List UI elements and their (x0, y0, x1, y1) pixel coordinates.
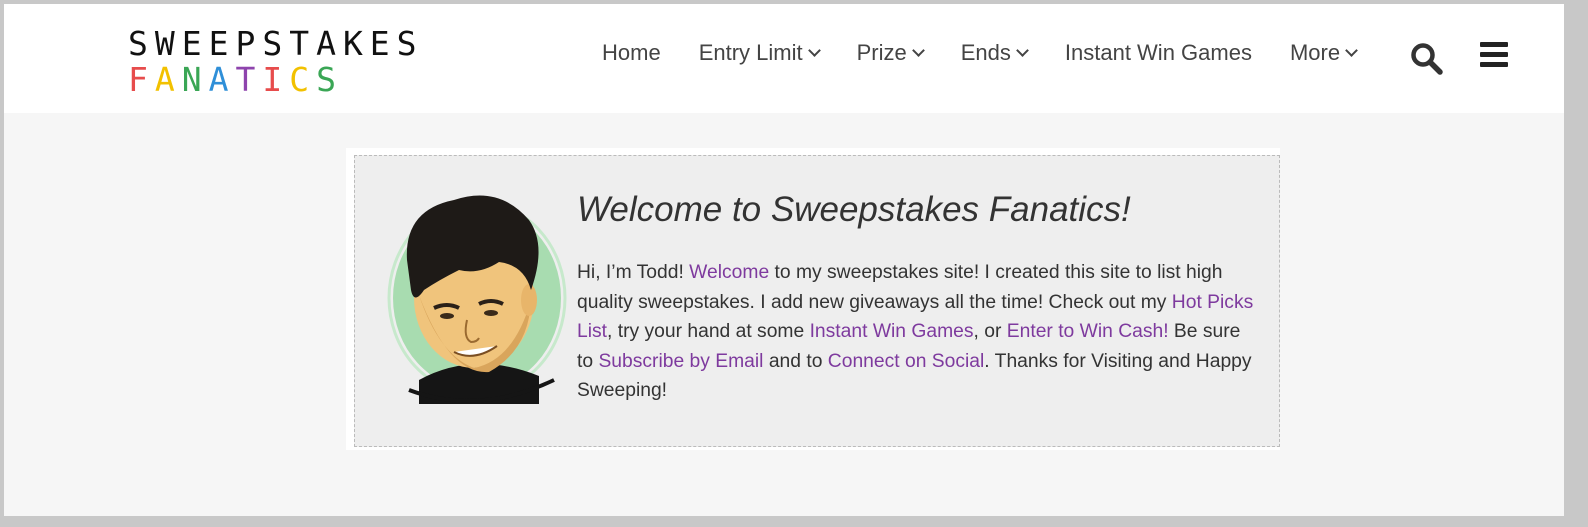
logo-letter: N (181, 60, 209, 99)
page-frame: SWEEPSTAKES FANATICS Home Entry Limit Priz… (4, 4, 1564, 516)
subscribe-by-email-link[interactable]: Subscribe by Email (598, 351, 763, 372)
welcome-section: Welcome to Sweepstakes Fanatics! Hi, I’m… (346, 148, 1280, 450)
chevron-down-icon (911, 44, 925, 57)
text-fragment: Hi, I’m Todd! (577, 262, 690, 283)
nav-item-label: Entry Limit (698, 40, 803, 65)
welcome-text: Hi, I’m Todd! Welcome to my sweepstakes … (577, 258, 1257, 406)
enter-to-win-cash-link[interactable]: Enter to Win Cash! (1007, 321, 1169, 342)
logo-letter: I (262, 60, 290, 99)
chevron-down-icon (1016, 44, 1029, 57)
logo-letter: A (154, 60, 182, 99)
text-fragment: , try your hand at some (607, 321, 810, 342)
hamburger-menu-icon[interactable] (1480, 42, 1508, 72)
logo-letter: T (235, 60, 263, 99)
search-icon[interactable] (1410, 42, 1444, 76)
welcome-box: Welcome to Sweepstakes Fanatics! Hi, I’m… (354, 155, 1280, 447)
nav-item-label: Ends (960, 40, 1011, 65)
nav-item-prize[interactable]: Prize (856, 40, 925, 66)
instant-win-games-link[interactable]: Instant Win Games (810, 321, 974, 342)
nav-item-ends[interactable]: Ends (960, 40, 1029, 66)
site-logo[interactable]: SWEEPSTAKES FANATICS (128, 26, 424, 98)
nav-item-entry-limit[interactable]: Entry Limit (698, 40, 821, 66)
nav-item-home[interactable]: Home (602, 40, 661, 66)
connect-on-social-link[interactable]: Connect on Social (828, 351, 985, 372)
logo-line-sweepstakes: SWEEPSTAKES (128, 24, 424, 63)
nav-item-label: More (1289, 40, 1341, 65)
logo-letter: F (128, 60, 155, 99)
logo-letter: C (289, 60, 317, 99)
nav-item-label: Home (602, 40, 661, 65)
chevron-down-icon (807, 44, 821, 57)
logo-line-fanatics: FANATICS (128, 62, 424, 98)
avatar (379, 180, 567, 404)
site-header: SWEEPSTAKES FANATICS Home Entry Limit Priz… (4, 4, 1564, 113)
main-nav: Home Entry Limit Prize Ends Instant Win Game… (602, 40, 1394, 66)
chevron-down-icon (1345, 44, 1358, 57)
logo-letter: A (208, 60, 236, 99)
nav-item-label: Prize (856, 40, 907, 65)
logo-letter: S (316, 60, 343, 99)
welcome-link[interactable]: Welcome (689, 262, 769, 283)
text-fragment: and to (763, 350, 828, 372)
nav-item-more[interactable]: More (1289, 40, 1358, 66)
nav-item-instant-win-games[interactable]: Instant Win Games (1065, 40, 1252, 66)
text-fragment: , or (973, 321, 1007, 342)
welcome-title: Welcome to Sweepstakes Fanatics! (577, 190, 1131, 229)
nav-item-label: Instant Win Games (1064, 40, 1252, 65)
